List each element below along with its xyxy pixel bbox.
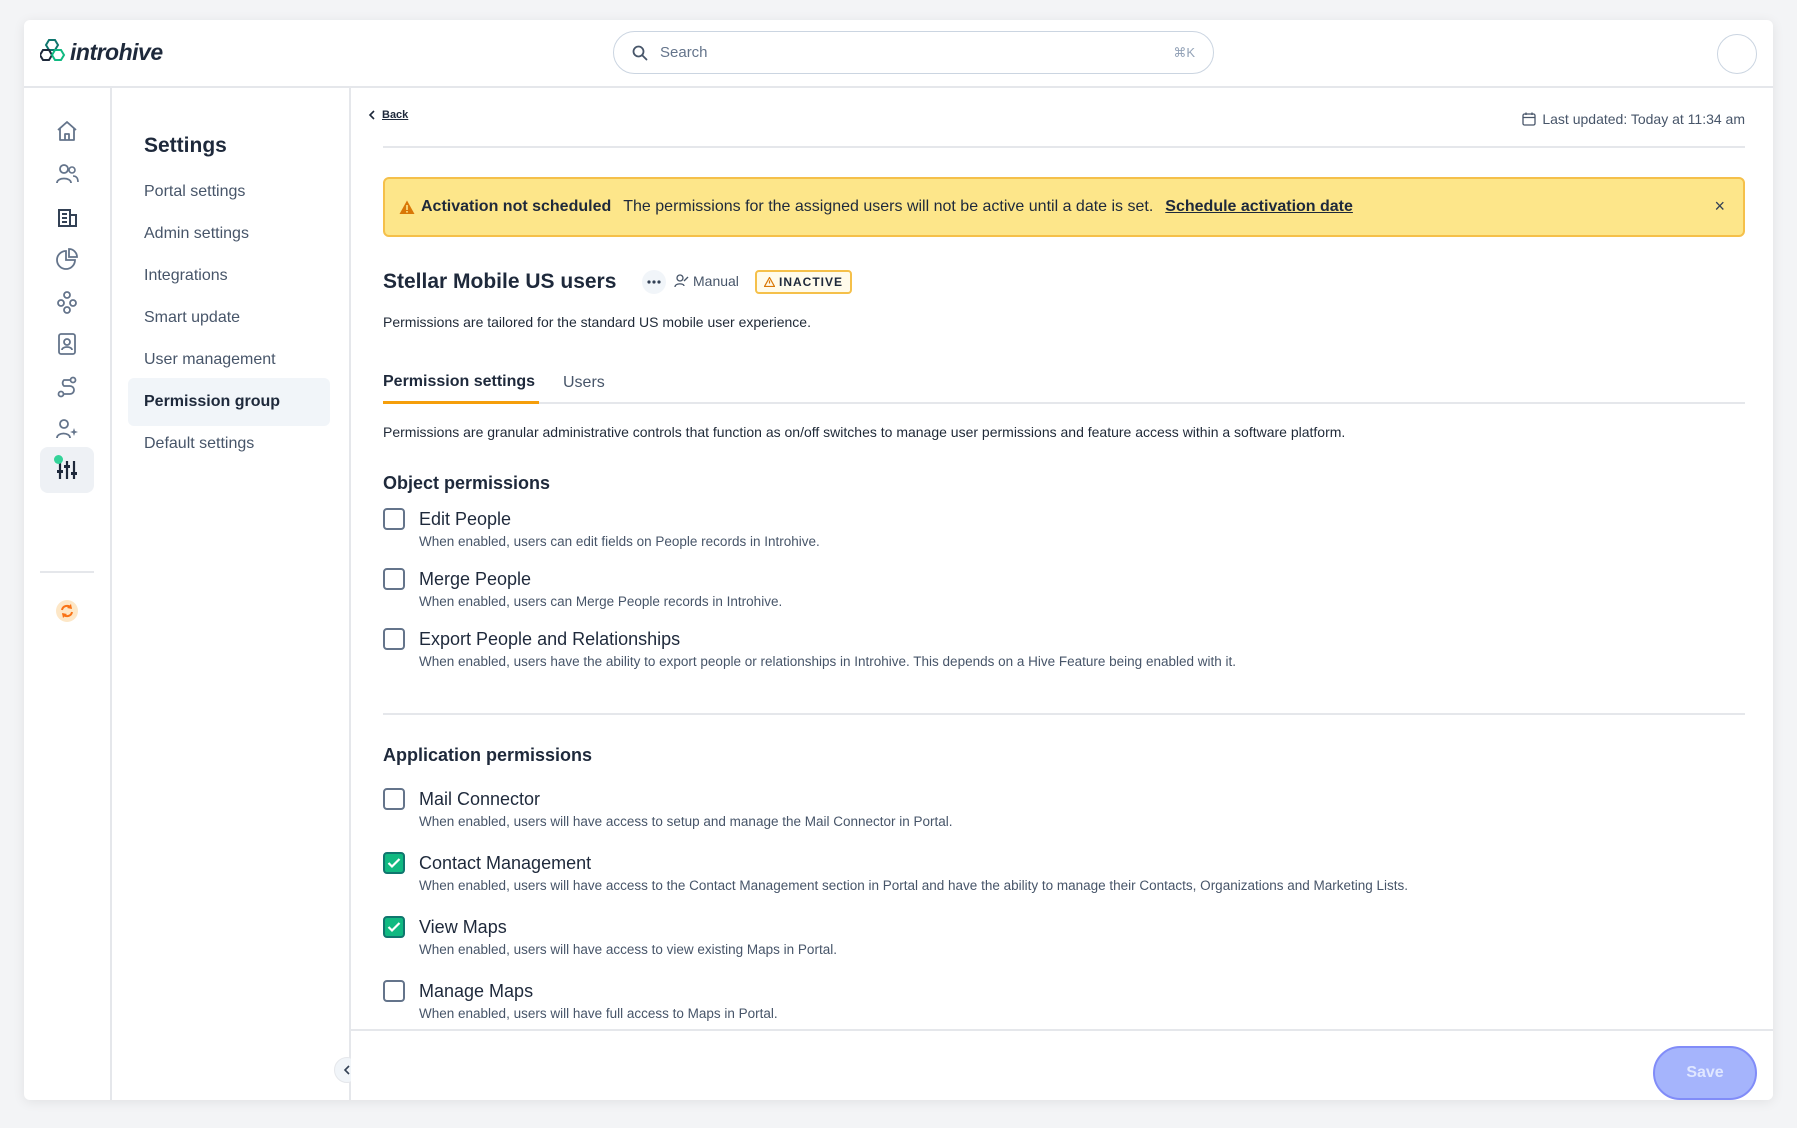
sync-icon <box>56 600 78 622</box>
rail-routes[interactable] <box>40 364 94 410</box>
back-label: Back <box>382 109 409 121</box>
permission-checkbox[interactable] <box>383 788 405 810</box>
checkmark-icon <box>387 922 401 933</box>
permission-title: Manage Maps <box>419 981 534 1001</box>
app-window: introhive ⌘K <box>24 20 1773 1100</box>
brand-name: introhive <box>70 38 163 65</box>
hive-icon <box>57 291 77 314</box>
section-divider <box>383 713 1745 715</box>
settings-title: Settings <box>144 134 227 157</box>
permission-title: View Maps <box>419 917 507 937</box>
more-options-button[interactable] <box>642 270 666 294</box>
permissions-intro: Permissions are granular administrative … <box>383 424 1346 440</box>
back-link[interactable]: Back <box>368 109 408 121</box>
status-label: INACTIVE <box>779 275 844 289</box>
hive-logo-icon <box>40 39 66 61</box>
permission-title: Contact Management <box>419 853 592 873</box>
group-description: Permissions are tailored for the standar… <box>383 314 811 330</box>
permission-description: When enabled, users will have access to … <box>419 878 1409 893</box>
assignment-mode-label: Manual <box>693 273 739 289</box>
icon-rail <box>24 88 112 1100</box>
search-input[interactable] <box>660 44 1174 61</box>
checkmark-icon <box>387 858 401 869</box>
rail-divider <box>40 571 94 573</box>
nav-admin-settings[interactable]: Admin settings <box>128 210 330 258</box>
settings-nav: Settings Portal settings Admin settings … <box>112 88 351 1100</box>
assignment-mode: Manual <box>674 273 739 289</box>
permission-title: Merge People <box>419 569 532 589</box>
building-icon <box>58 209 77 227</box>
chevron-left-icon <box>368 110 375 120</box>
banner-close-button[interactable]: × <box>1714 196 1725 217</box>
user-edit-icon <box>674 274 689 288</box>
tab-permission-settings[interactable]: Permission settings <box>383 362 539 404</box>
footer-bar: Save <box>351 1029 1773 1100</box>
rail-home[interactable] <box>40 108 94 154</box>
nav-portal-settings[interactable]: Portal settings <box>128 168 330 216</box>
permission-title: Export People and Relationships <box>419 629 681 649</box>
warning-icon <box>399 200 415 214</box>
permission-description: When enabled, users will have full acces… <box>419 1006 778 1021</box>
nav-user-management[interactable]: User management <box>128 336 330 384</box>
main-content: Back Last updated: Today at 11:34 am Act… <box>351 88 1773 1100</box>
permission-checkbox[interactable] <box>383 980 405 1002</box>
scroll-area[interactable]: Back Last updated: Today at 11:34 am Act… <box>351 88 1773 1029</box>
user-sparkle-icon <box>56 419 78 439</box>
rail-sync[interactable] <box>40 588 94 634</box>
banner-message: The permissions for the assigned users w… <box>623 198 1154 215</box>
rail-contacts[interactable] <box>40 321 94 367</box>
search-icon <box>632 45 648 60</box>
activation-banner: Activation not scheduled The permissions… <box>383 177 1745 237</box>
permission-title: Mail Connector <box>419 789 541 809</box>
permission-checkbox[interactable] <box>383 628 405 650</box>
tab-bar: Permission settings Users <box>383 362 1745 404</box>
permission-description: When enabled, users will have access to … <box>419 942 837 957</box>
permission-title: Edit People <box>419 509 512 529</box>
header-divider <box>383 146 1745 148</box>
calendar-icon <box>1522 112 1537 126</box>
rail-people[interactable] <box>40 151 94 197</box>
rail-hive[interactable] <box>40 279 94 325</box>
ellipsis-icon <box>647 280 661 284</box>
tab-users[interactable]: Users <box>563 362 605 404</box>
permission-description: When enabled, users have the ability to … <box>419 654 1237 669</box>
user-avatar[interactable] <box>1717 34 1757 74</box>
schedule-activation-link[interactable]: Schedule activation date <box>1165 198 1353 216</box>
rail-user-insights[interactable] <box>40 406 94 452</box>
status-badge: INACTIVE <box>755 270 853 294</box>
object-permissions-title: Object permissions <box>383 473 551 493</box>
banner-title: Activation not scheduled <box>421 198 612 215</box>
search-shortcut: ⌘K <box>1173 44 1195 60</box>
notification-dot <box>54 455 63 464</box>
permission-checkbox[interactable] <box>383 852 405 874</box>
permission-checkbox[interactable] <box>383 916 405 938</box>
last-updated: Last updated: Today at 11:34 am <box>1522 111 1745 127</box>
route-icon <box>57 376 77 398</box>
people-icon <box>56 164 79 184</box>
permission-checkbox[interactable] <box>383 508 405 530</box>
application-permissions-title: Application permissions <box>383 745 593 765</box>
permission-description: When enabled, users will have access to … <box>419 814 953 829</box>
permission-checkbox[interactable] <box>383 568 405 590</box>
nav-integrations[interactable]: Integrations <box>128 252 330 300</box>
rail-settings[interactable] <box>40 447 94 493</box>
nav-permission-group[interactable]: Permission group <box>128 378 330 426</box>
home-icon <box>57 121 77 141</box>
group-title: Stellar Mobile US users <box>383 270 617 293</box>
nav-smart-update[interactable]: Smart update <box>128 294 330 342</box>
warning-icon <box>764 277 775 287</box>
chart-icon <box>56 248 78 270</box>
permission-description: When enabled, users can Merge People rec… <box>419 594 783 609</box>
rail-organizations[interactable] <box>40 194 94 240</box>
last-updated-text: Last updated: Today at 11:34 am <box>1542 111 1745 127</box>
permission-description: When enabled, users can edit fields on P… <box>419 534 820 549</box>
top-bar: introhive ⌘K <box>24 20 1773 88</box>
save-button[interactable]: Save <box>1653 1046 1757 1100</box>
brand-logo[interactable]: introhive <box>40 38 163 66</box>
search-box[interactable]: ⌘K <box>613 31 1214 74</box>
contact-book-icon <box>58 333 76 355</box>
rail-analytics[interactable] <box>40 236 94 282</box>
nav-default-settings[interactable]: Default settings <box>128 420 330 468</box>
